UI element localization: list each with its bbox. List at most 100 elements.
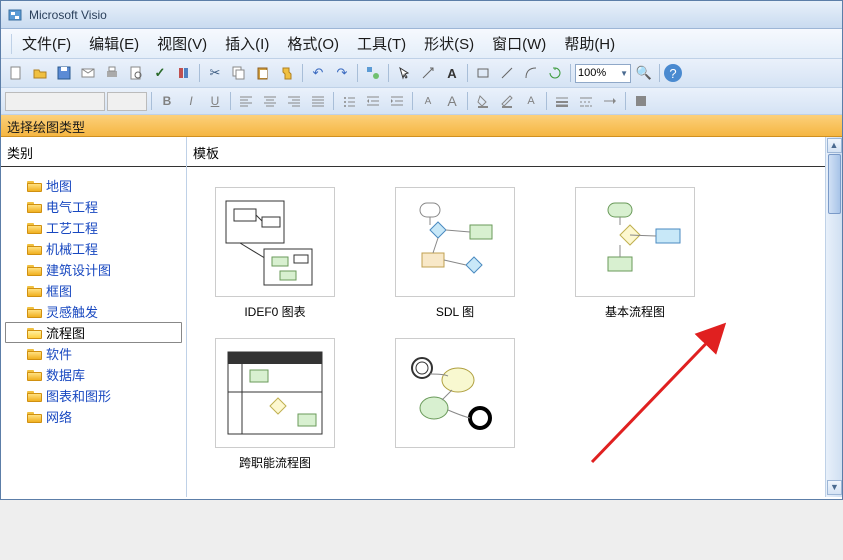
menu-view[interactable]: 视图(V)	[157, 33, 207, 54]
line-color-button[interactable]	[496, 91, 518, 111]
category-item[interactable]: 流程图	[5, 322, 182, 343]
category-item[interactable]: 图表和图形	[5, 385, 182, 406]
align-left-button[interactable]	[235, 91, 257, 111]
category-label: 电气工程	[46, 197, 98, 216]
menu-format[interactable]: 格式(O)	[287, 33, 339, 54]
line-tool[interactable]	[496, 62, 518, 84]
standard-toolbar: ✓ ✂ ↶ ↷ A 100%▼ 🔍 ?	[1, 59, 842, 88]
template-item[interactable]: SDL 图	[385, 187, 525, 320]
fill-color-button[interactable]	[472, 91, 494, 111]
line-pattern-button[interactable]	[575, 91, 597, 111]
font-size-dropdown[interactable]	[107, 92, 147, 111]
category-item[interactable]: 网络	[5, 406, 182, 427]
zoom-value: 100%	[578, 67, 606, 79]
separator	[388, 64, 389, 82]
category-label: 工艺工程	[46, 218, 98, 237]
folder-icon	[27, 201, 42, 213]
category-item[interactable]: 机械工程	[5, 238, 182, 259]
cut-button[interactable]: ✂	[204, 62, 226, 84]
category-item[interactable]: 框图	[5, 280, 182, 301]
app-title: Microsoft Visio	[29, 8, 107, 22]
category-item[interactable]: 电气工程	[5, 196, 182, 217]
zoom-dropdown[interactable]: 100%▼	[575, 64, 631, 83]
template-thumbnail	[215, 187, 335, 297]
font-color-button[interactable]: A	[520, 91, 542, 111]
menu-help[interactable]: 帮助(H)	[564, 33, 615, 54]
separator	[570, 64, 571, 82]
app-window: Microsoft Visio 文件(F) 编辑(E) 视图(V) 插入(I) …	[0, 0, 843, 500]
decrease-indent-button[interactable]	[362, 91, 384, 111]
menu-edit[interactable]: 编辑(E)	[89, 33, 139, 54]
menu-window[interactable]: 窗口(W)	[492, 33, 546, 54]
open-button[interactable]	[29, 62, 51, 84]
align-right-button[interactable]	[283, 91, 305, 111]
category-panel: 类别 地图电气工程工艺工程机械工程建筑设计图框图灵感触发流程图软件数据库图表和图…	[1, 137, 187, 497]
category-item[interactable]: 地图	[5, 175, 182, 196]
menu-shape[interactable]: 形状(S)	[424, 33, 474, 54]
print-button[interactable]	[101, 62, 123, 84]
align-center-button[interactable]	[259, 91, 281, 111]
menu-tools[interactable]: 工具(T)	[357, 33, 406, 54]
category-item[interactable]: 数据库	[5, 364, 182, 385]
new-button[interactable]	[5, 62, 27, 84]
category-item[interactable]: 建筑设计图	[5, 259, 182, 280]
menu-file[interactable]: 文件(F)	[22, 33, 71, 54]
menu-insert[interactable]: 插入(I)	[225, 33, 269, 54]
template-item[interactable]: 基本流程图	[565, 187, 705, 320]
line-weight-button[interactable]	[551, 91, 573, 111]
line-ends-button[interactable]	[599, 91, 621, 111]
increase-font-button[interactable]: A	[441, 91, 463, 111]
folder-icon	[27, 264, 42, 276]
rotate-tool[interactable]	[544, 62, 566, 84]
category-label: 图表和图形	[46, 386, 111, 405]
scroll-up-button[interactable]: ▲	[827, 138, 842, 153]
italic-button[interactable]: I	[180, 91, 202, 111]
bullets-button[interactable]	[338, 91, 360, 111]
undo-button[interactable]: ↶	[307, 62, 329, 84]
help-button[interactable]: ?	[664, 64, 682, 82]
scroll-thumb[interactable]	[828, 154, 841, 214]
template-item[interactable]: 跨职能流程图	[205, 338, 345, 471]
template-item[interactable]	[385, 338, 525, 471]
vertical-scrollbar[interactable]: ▲ ▼	[825, 137, 842, 497]
research-button[interactable]	[173, 62, 195, 84]
underline-button[interactable]: U	[204, 91, 226, 111]
category-label: 数据库	[46, 365, 85, 384]
spellcheck-button[interactable]: ✓	[149, 62, 171, 84]
redo-button[interactable]: ↷	[331, 62, 353, 84]
visio-icon	[7, 7, 23, 23]
print-preview-button[interactable]	[125, 62, 147, 84]
save-button[interactable]	[53, 62, 75, 84]
format-painter-button[interactable]	[276, 62, 298, 84]
shapes-button[interactable]	[362, 62, 384, 84]
font-dropdown[interactable]	[5, 92, 105, 111]
template-thumbnail	[395, 187, 515, 297]
bold-button[interactable]: B	[156, 91, 178, 111]
category-item[interactable]: 工艺工程	[5, 217, 182, 238]
separator	[467, 64, 468, 82]
paste-button[interactable]	[252, 62, 274, 84]
align-justify-button[interactable]	[307, 91, 329, 111]
zoom-button[interactable]: 🔍	[633, 62, 655, 84]
template-item[interactable]: IDEF0 图表	[205, 187, 345, 320]
scroll-down-button[interactable]: ▼	[827, 480, 842, 495]
folder-icon	[27, 306, 42, 318]
text-tool[interactable]: A	[441, 62, 463, 84]
increase-indent-button[interactable]	[386, 91, 408, 111]
format-shape-button[interactable]	[630, 91, 652, 111]
category-item[interactable]: 灵感触发	[5, 301, 182, 322]
arc-tool[interactable]	[520, 62, 542, 84]
copy-button[interactable]	[228, 62, 250, 84]
email-button[interactable]	[77, 62, 99, 84]
folder-icon	[27, 243, 42, 255]
template-thumbnail	[575, 187, 695, 297]
separator	[546, 92, 547, 110]
rectangle-tool[interactable]	[472, 62, 494, 84]
template-header: 模板	[187, 137, 842, 167]
template-grid: IDEF0 图表 SDL 图基本流程图跨职能流程图	[187, 167, 842, 491]
connector-tool[interactable]	[417, 62, 439, 84]
template-label: 跨职能流程图	[205, 454, 345, 471]
category-item[interactable]: 软件	[5, 343, 182, 364]
pointer-tool[interactable]	[393, 62, 415, 84]
decrease-font-button[interactable]: A	[417, 91, 439, 111]
